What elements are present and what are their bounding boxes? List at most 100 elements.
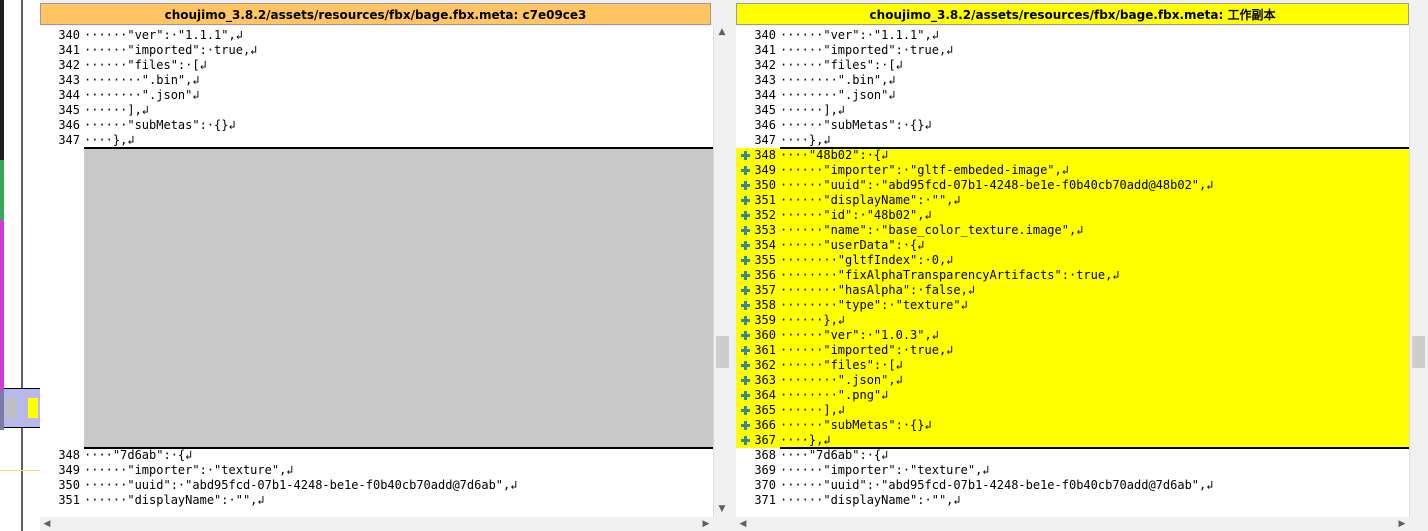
arrow-left-icon[interactable]: ◀ [736, 518, 750, 530]
line-text: ······"ver":·"1.1.1",↲ [84, 28, 243, 42]
code-line[interactable]: 371 ······"displayName":·"",↲ [736, 493, 1409, 508]
added-code-line[interactable]: 351 ······"displayName":·"",↲ [736, 193, 1409, 208]
added-code-line[interactable]: 362 ······"files":·[↲ [736, 358, 1409, 373]
line-number: 365 [754, 403, 776, 417]
code-line[interactable]: 344 ········".json"↲ [736, 88, 1409, 103]
line-text: ······"imported":·true,↲ [84, 43, 258, 57]
line-text: ····"48b02":·{↲ [780, 148, 889, 162]
added-code-line[interactable]: 353 ······"name":·"base_color_texture.ima… [736, 223, 1409, 238]
line-number: 343 [754, 73, 776, 87]
line-text: ······"displayName":·"",↲ [84, 493, 265, 507]
strip-segment-magenta [0, 220, 4, 390]
line-number: 357 [754, 283, 776, 297]
added-code-line[interactable]: 352 ······"id":·"48b02",↲ [736, 208, 1409, 223]
missing-lines-gap [84, 148, 713, 448]
code-line[interactable]: 368 ····"7d6ab":·{↲ [736, 448, 1409, 463]
line-text: ······"imported":·true,↲ [780, 343, 954, 357]
line-text: ······"userData":·{↲ [780, 238, 925, 252]
line-text: ······"files":·[↲ [780, 358, 903, 372]
code-line[interactable]: 343 ········".bin",↲ [736, 73, 1409, 88]
code-line[interactable]: 348 ····"7d6ab":·{↲ [40, 448, 713, 463]
code-line[interactable]: 346 ······"subMetas":·{}↲ [736, 118, 1409, 133]
line-number: 345 [58, 103, 80, 117]
line-number: 356 [754, 268, 776, 282]
right-scroll-thumb[interactable] [1412, 336, 1425, 368]
code-line[interactable]: 349 ······"importer":·"texture",↲ [40, 463, 713, 478]
code-line[interactable]: 345 ······],↲ [40, 103, 713, 118]
added-code-line[interactable]: 357 ········"hasAlpha":·false,↲ [736, 283, 1409, 298]
line-number: 355 [754, 253, 776, 267]
added-code-line[interactable]: 363 ········".json",↲ [736, 373, 1409, 388]
added-code-line[interactable]: 350 ······"uuid":·"abd95fcd-07b1-4248-be1… [736, 178, 1409, 193]
added-code-line[interactable]: 355 ········"gltfIndex":·0,↲ [736, 253, 1409, 268]
line-text: ········".bin",↲ [84, 73, 200, 87]
arrow-right-icon[interactable]: ▶ [699, 518, 713, 530]
added-code-line[interactable]: 360 ······"ver":·"1.0.3",↲ [736, 328, 1409, 343]
added-code-line[interactable]: 356 ········"fixAlphaTransparencyArtifact… [736, 268, 1409, 283]
line-number: 351 [754, 193, 776, 207]
location-strip[interactable] [0, 0, 40, 531]
line-number: 369 [754, 463, 776, 477]
line-number: 370 [754, 478, 776, 492]
line-text: ····"7d6ab":·{↲ [780, 448, 889, 462]
added-code-line[interactable]: 361 ······"imported":·true,↲ [736, 343, 1409, 358]
added-code-line[interactable]: 365 ······],↲ [736, 403, 1409, 418]
code-line[interactable]: 343 ········".bin",↲ [40, 73, 713, 88]
arrow-right-icon[interactable]: ▶ [1395, 518, 1409, 530]
right-text-editor[interactable]: 340 ······"ver":·"1.1.1",↲ 341 ······"impor… [736, 26, 1409, 517]
line-number: 344 [58, 88, 80, 102]
line-text: ········".png"↲ [780, 388, 889, 402]
arrow-down-icon[interactable]: ▼ [715, 503, 729, 515]
arrow-left-icon[interactable]: ◀ [40, 518, 54, 530]
added-code-line[interactable]: 354 ······"userData":·{↲ [736, 238, 1409, 253]
left-vertical-scrollbar[interactable]: ▲ ▼ [713, 26, 730, 517]
line-text: ····},↲ [84, 133, 135, 147]
line-number: 342 [58, 58, 80, 72]
code-line[interactable]: 342 ······"files":·[↲ [40, 58, 713, 73]
line-number: 342 [754, 58, 776, 72]
code-line[interactable]: 341 ······"imported":·true,↲ [40, 43, 713, 58]
right-vertical-scrollbar[interactable] [1409, 26, 1426, 517]
code-line[interactable]: 350 ······"uuid":·"abd95fcd-07b1-4248-be1… [40, 478, 713, 493]
arrow-up-icon[interactable]: ▲ [715, 26, 729, 38]
line-text: ······],↲ [780, 103, 846, 117]
line-number: 340 [754, 28, 776, 42]
added-code-line[interactable]: 358 ········"type":·"texture"↲ [736, 298, 1409, 313]
line-number: 367 [754, 433, 776, 447]
added-code-line[interactable]: 364 ········".png"↲ [736, 388, 1409, 403]
code-line[interactable]: 342 ······"files":·[↲ [736, 58, 1409, 73]
line-text: ······"ver":·"1.1.1",↲ [780, 28, 939, 42]
code-line[interactable]: 340 ······"ver":·"1.1.1",↲ [736, 28, 1409, 43]
code-line[interactable]: 341 ······"imported":·true,↲ [736, 43, 1409, 58]
left-text-editor[interactable]: 340 ······"ver":·"1.1.1",↲ 341 ······"impor… [40, 26, 713, 517]
line-number: 344 [754, 88, 776, 102]
line-text: ······"files":·[↲ [780, 58, 903, 72]
added-code-line[interactable]: 366 ······"subMetas":·{}↲ [736, 418, 1409, 433]
code-line[interactable]: 351 ······"displayName":·"",↲ [40, 493, 713, 508]
code-line[interactable]: 347 ····},↲ [40, 133, 713, 148]
line-text: ······"id":·"48b02",↲ [780, 208, 932, 222]
line-text: ········"gltfIndex":·0,↲ [780, 253, 954, 267]
left-scroll-thumb[interactable] [716, 336, 729, 368]
left-diff-pane: choujimo_3.8.2/assets/resources/fbx/bage… [40, 0, 730, 531]
line-text: ······},↲ [780, 313, 846, 327]
strip-divider [21, 0, 23, 531]
code-line[interactable]: 370 ······"uuid":·"abd95fcd-07b1-4248-be1… [736, 478, 1409, 493]
added-code-line[interactable]: 348 ····"48b02":·{↲ [736, 148, 1409, 163]
code-line[interactable]: 369 ······"importer":·"texture",↲ [736, 463, 1409, 478]
code-line[interactable]: 345 ······],↲ [736, 103, 1409, 118]
line-number: 368 [754, 448, 776, 462]
line-text: ······"uuid":·"abd95fcd-07b1-4248-be1e-f… [780, 478, 1214, 492]
added-code-line[interactable]: 359 ······},↲ [736, 313, 1409, 328]
right-horizontal-scrollbar[interactable]: ◀ ▶ [736, 517, 1409, 531]
block-bottom-border [780, 447, 1409, 449]
line-text: ······"imported":·true,↲ [780, 43, 954, 57]
code-line[interactable]: 346 ······"subMetas":·{}↲ [40, 118, 713, 133]
code-line[interactable]: 347 ····},↲ [736, 133, 1409, 148]
left-horizontal-scrollbar[interactable]: ◀ ▶ [40, 517, 713, 531]
code-line[interactable]: 344 ········".json"↲ [40, 88, 713, 103]
code-line[interactable]: 340 ······"ver":·"1.1.1",↲ [40, 28, 713, 43]
line-text: ······"files":·[↲ [84, 58, 207, 72]
added-code-line[interactable]: 349 ······"importer":·"gltf-embeded-image… [736, 163, 1409, 178]
added-code-line[interactable]: 367 ····},↲ [736, 433, 1409, 448]
